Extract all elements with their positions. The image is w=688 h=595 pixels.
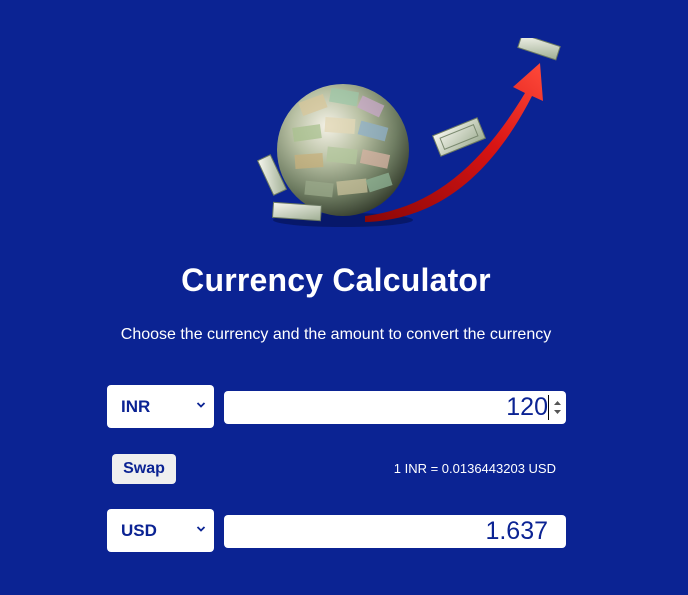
to-currency-select[interactable]: USD: [107, 509, 214, 552]
to-amount-value: 1.637: [485, 517, 548, 545]
from-amount-value: 120: [506, 393, 548, 421]
to-amount-output[interactable]: 1.637: [224, 515, 566, 548]
to-currency-value: USD: [121, 520, 157, 540]
money-globe-growth-image: [256, 38, 561, 227]
text-caret: [548, 395, 549, 420]
number-spinner-icon[interactable]: [551, 393, 564, 422]
exchange-rate-text: 1 INR = 0.0136443203 USD: [393, 461, 556, 476]
swap-button[interactable]: Swap: [112, 454, 176, 484]
chevron-down-icon: [196, 526, 206, 532]
from-currency-select[interactable]: INR: [107, 385, 214, 428]
from-amount-input[interactable]: 120: [224, 391, 566, 424]
from-currency-value: INR: [121, 396, 151, 416]
chevron-down-icon: [196, 402, 206, 408]
currency-calculator-page: Currency Calculator Choose the currency …: [0, 0, 688, 595]
page-subtitle: Choose the currency and the amount to co…: [120, 326, 552, 343]
page-title: Currency Calculator: [181, 262, 491, 298]
